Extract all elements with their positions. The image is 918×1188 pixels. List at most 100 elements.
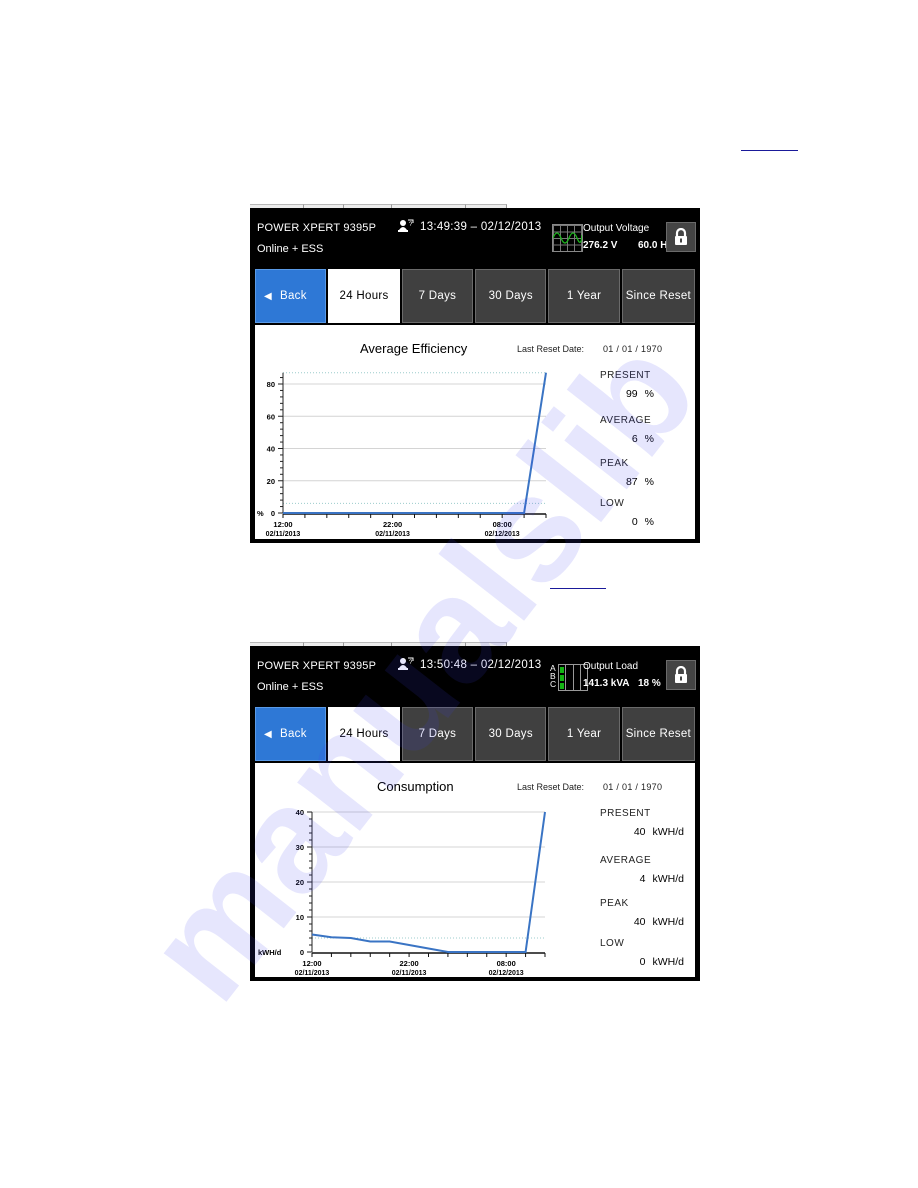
document-link[interactable] <box>741 149 798 151</box>
x-tick-time: 12:00 <box>302 959 321 968</box>
stat-number: 87 <box>625 476 638 488</box>
stat-unit: kWH/d <box>652 873 685 885</box>
y-tick-label: 80 <box>267 380 275 389</box>
x-tick-time: 22:00 <box>383 520 402 529</box>
line-chart: 0 10 20 30 40 kWH/d 12:00 02/11/2013 22:00 02/11/… <box>258 808 546 977</box>
y-tick-label: 0 <box>300 948 304 957</box>
line-chart: 0 20 40 60 80% 12:00 02/11/2013 22:00 02/11/2013… <box>257 372 547 538</box>
tab-24-hours[interactable]: 24 Hours <box>328 269 400 323</box>
back-arrow-icon: ◀ <box>264 728 272 740</box>
y-tick-label: 10 <box>296 913 304 922</box>
y-tick-label: 0 <box>271 509 275 518</box>
x-tick-date: 02/12/2013 <box>489 970 524 977</box>
y-tick-label: 30 <box>296 843 304 852</box>
x-tick-date: 02/12/2013 <box>485 531 520 538</box>
tab-since-reset[interactable]: Since Reset <box>621 269 696 323</box>
chart-area: 0 20 40 60 80% 12:00 02/11/2013 22:00 02/11/2013… <box>255 325 695 539</box>
stat-unit: % <box>644 476 654 488</box>
user-alarm-icon[interactable]: ? <box>398 657 414 673</box>
ups-screen-efficiency: POWER XPERT 9395P Online + ESS ? 13:49:3… <box>250 208 700 543</box>
x-tick-date: 02/11/2013 <box>295 970 330 977</box>
output-title: Output Load <box>583 661 639 672</box>
operating-mode: Online + ESS <box>257 681 324 693</box>
clock: ? 13:50:48 – 02/12/2013 <box>398 657 541 673</box>
series-line <box>283 372 547 514</box>
clock: ? 13:49:39 – 02/12/2013 <box>398 219 541 235</box>
phase-load-bar <box>560 683 565 689</box>
tab-24-hours[interactable]: 24 Hours <box>328 707 400 761</box>
stat-label-peak: PEAK <box>600 458 629 469</box>
model-name: POWER XPERT 9395P <box>257 660 377 672</box>
y-tick-label: 60 <box>267 412 275 421</box>
tab-label: 1 Year <box>566 290 602 302</box>
stat-label-low: LOW <box>600 938 625 949</box>
back-button[interactable]: ◀ Back <box>255 707 327 761</box>
stat-number: 99 <box>625 388 638 400</box>
back-label: Back <box>280 290 307 302</box>
stat-unit: kWH/d <box>652 956 685 968</box>
x-tick-time: 08:00 <box>493 520 512 529</box>
lock-icon <box>675 228 687 245</box>
stat-value-peak: 40 kWH/d <box>600 916 684 928</box>
tab-30-days[interactable]: 30 Days <box>475 707 547 761</box>
tab-label: Since Reset <box>625 728 692 740</box>
model-name: POWER XPERT 9395P <box>257 222 377 234</box>
tab-7-days[interactable]: 7 Days <box>401 707 474 761</box>
tab-1-year[interactable]: 1 Year <box>548 707 620 761</box>
output-value-primary: 276.2 V <box>583 240 618 251</box>
y-tick-label: 20 <box>296 878 304 887</box>
stat-number: 4 <box>639 873 646 885</box>
y-tick-label: 40 <box>267 445 275 454</box>
stat-value-low: 0% <box>600 516 654 528</box>
stat-value-average: 4 kWH/d <box>600 873 684 885</box>
document-link[interactable] <box>550 587 606 589</box>
tab-label: 7 Days <box>418 728 457 740</box>
chart-area: 0 10 20 30 40 kWH/d 12:00 02/11/2013 22:00 02/11/… <box>255 763 695 977</box>
tab-30-days[interactable]: 30 Days <box>475 269 547 323</box>
stat-label-present: PRESENT <box>600 808 651 819</box>
lock-button[interactable] <box>666 660 696 690</box>
tab-1-year[interactable]: 1 Year <box>548 269 620 323</box>
output-value-secondary: 18 % <box>638 678 661 689</box>
phase-load-bar <box>560 667 565 673</box>
x-tick-time: 08:00 <box>497 959 516 968</box>
tab-label: 7 Days <box>418 290 457 302</box>
stat-unit: kWH/d <box>652 826 685 838</box>
x-tick-date: 02/11/2013 <box>266 531 301 538</box>
stat-unit: % <box>644 388 654 400</box>
period-tabs: ◀ Back 24 Hours 7 Days 30 Days 1 Year Si… <box>255 269 696 323</box>
tab-label: 24 Hours <box>339 728 389 740</box>
stat-value-average: 6% <box>600 433 654 445</box>
lock-button[interactable] <box>666 222 696 252</box>
stat-unit: % <box>644 433 654 445</box>
date-time: 13:49:39 – 02/12/2013 <box>420 221 542 233</box>
tab-7-days[interactable]: 7 Days <box>401 269 474 323</box>
stat-unit: % <box>644 516 654 528</box>
back-label: Back <box>280 728 307 740</box>
stat-value-present: 40 kWH/d <box>600 826 684 838</box>
x-tick-date: 02/11/2013 <box>392 970 427 977</box>
svg-text:?: ? <box>409 660 413 666</box>
back-arrow-icon: ◀ <box>264 290 272 302</box>
svg-text:?: ? <box>409 222 413 228</box>
lock-icon <box>675 666 687 683</box>
stat-number: 40 <box>633 916 646 928</box>
output-value-primary: 141.3 kVA <box>583 678 630 689</box>
tab-label: 1 Year <box>566 728 602 740</box>
tab-since-reset[interactable]: Since Reset <box>621 707 696 761</box>
stat-number: 6 <box>631 433 638 445</box>
back-button[interactable]: ◀ Back <box>255 269 327 323</box>
stat-label-present: PRESENT <box>600 370 651 381</box>
y-axis-unit: kWH/d <box>258 948 282 957</box>
watermark: manualslib <box>113 309 728 1030</box>
stat-value-present: 99% <box>600 388 654 400</box>
stat-label-average: AVERAGE <box>600 855 652 866</box>
user-alarm-icon[interactable]: ? <box>398 219 414 235</box>
last-reset-label: Last Reset Date: <box>517 344 585 354</box>
x-tick-time: 22:00 <box>399 959 418 968</box>
waveform-icon <box>552 224 583 252</box>
x-tick-date: 02/11/2013 <box>375 531 410 538</box>
period-tabs: ◀ Back 24 Hours 7 Days 30 Days 1 Year Si… <box>255 707 696 761</box>
stat-label-average: AVERAGE <box>600 415 652 426</box>
stat-number: 40 <box>633 826 646 838</box>
